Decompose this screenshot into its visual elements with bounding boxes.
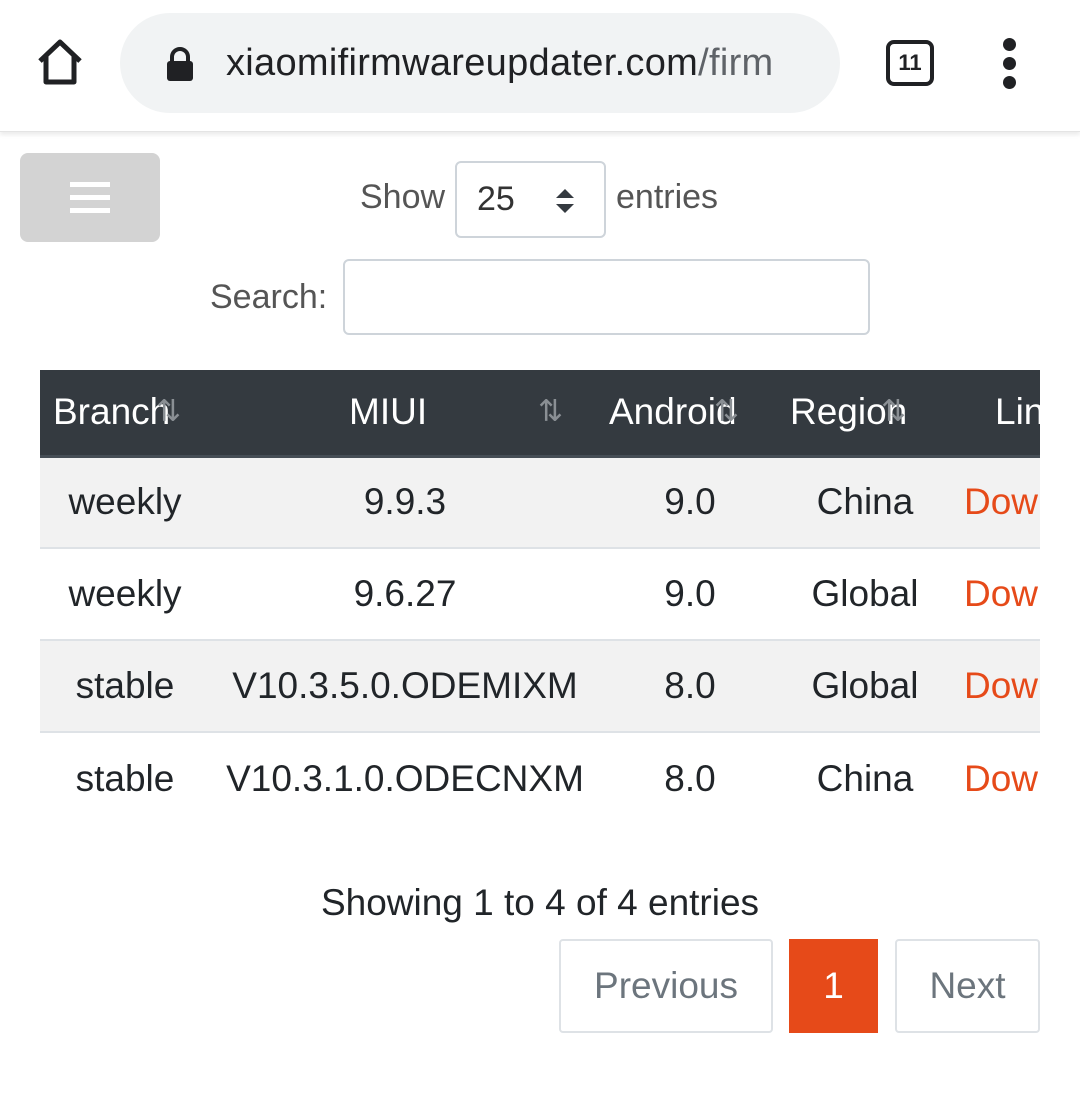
table-row: weekly 9.9.3 9.0 China Download <box>40 456 1040 548</box>
next-page-button[interactable]: Next <box>895 939 1040 1033</box>
download-link[interactable]: Download <box>950 456 1040 548</box>
cell-branch: stable <box>75 757 175 799</box>
cell-android: 8.0 <box>664 665 716 706</box>
table-info: Showing 1 to 4 of 4 entries <box>320 882 760 923</box>
page-1-button[interactable]: 1 <box>789 939 878 1033</box>
previous-page-button[interactable]: Previous <box>559 939 773 1033</box>
header-label: MIUI <box>349 391 428 433</box>
url-path: /firm <box>698 42 774 84</box>
download-link[interactable]: Download <box>950 640 1040 732</box>
firmware-table: Branch⇅ MIUI⇅ Android⇅ Region⇅ Link week… <box>40 370 1040 820</box>
hamburger-icon <box>70 181 110 213</box>
column-header-branch[interactable]: Branch ⇅ <box>40 370 210 458</box>
cell-miui: V10.3.1.0.ODECNXM <box>226 757 584 799</box>
search-input[interactable] <box>343 259 870 335</box>
table-header-row: Branch⇅ MIUI⇅ Android⇅ Region⇅ Link <box>40 370 1040 458</box>
cell-branch: weekly <box>68 573 182 614</box>
cell-region: China <box>816 757 914 799</box>
cell-android: 9.0 <box>664 573 716 614</box>
home-icon <box>38 39 82 85</box>
cell-branch: weekly <box>68 481 182 523</box>
home-button[interactable] <box>28 30 92 94</box>
header-label: Branch <box>53 391 171 433</box>
cell-miui: 9.9.3 <box>363 481 447 523</box>
tab-switcher-icon[interactable]: 11 <box>886 40 934 86</box>
lock-icon <box>167 47 193 81</box>
url-text: xiaomifirmwareupdater.com/firm <box>226 13 826 113</box>
page-length-select[interactable]: 25 <box>455 161 606 238</box>
entries-label: entries <box>616 178 719 216</box>
header-label: Link <box>995 391 1040 433</box>
cell-miui: V10.3.5.0.ODEMIXM <box>232 665 578 706</box>
sort-icon: ⇅ <box>156 395 182 428</box>
column-header-android[interactable]: Android ⇅ <box>600 370 780 458</box>
more-vert-icon[interactable] <box>990 38 1030 89</box>
show-label: Show <box>360 178 446 216</box>
table-row: weekly 9.6.27 9.0 Global Download <box>40 548 1040 640</box>
address-bar[interactable]: xiaomifirmwareupdater.com/firm <box>120 13 840 113</box>
nav-toggle-button[interactable] <box>20 153 160 242</box>
search-label: Search: <box>210 278 328 316</box>
cell-region: Global <box>811 665 919 706</box>
firmware-table-container[interactable]: Branch⇅ MIUI⇅ Android⇅ Region⇅ Link week… <box>40 370 1040 820</box>
page-length-value: 25 <box>477 180 515 218</box>
browser-toolbar: xiaomifirmwareupdater.com/firm 11 <box>0 0 1080 132</box>
download-link[interactable]: Download <box>950 548 1040 640</box>
cell-miui: 9.6.27 <box>353 573 457 614</box>
cell-region: China <box>816 481 914 523</box>
cell-region: Global <box>811 573 919 614</box>
table-row: stable V10.3.1.0.ODECNXM 8.0 China Downl… <box>40 732 1040 820</box>
select-caret-icon <box>556 189 574 213</box>
cell-android: 8.0 <box>664 757 716 799</box>
table-row: stable V10.3.5.0.ODEMIXM 8.0 Global Down… <box>40 640 1040 732</box>
sort-icon: ⇅ <box>538 395 564 428</box>
sort-icon: ⇅ <box>881 395 907 428</box>
tab-count: 11 <box>898 50 922 75</box>
column-header-miui[interactable]: MIUI ⇅ <box>210 370 600 458</box>
cell-android: 9.0 <box>664 481 716 523</box>
sort-icon: ⇅ <box>714 395 740 428</box>
download-link[interactable]: Download <box>950 732 1040 820</box>
cell-branch: stable <box>75 665 175 706</box>
column-header-region[interactable]: Region ⇅ <box>780 370 950 458</box>
url-domain: xiaomifirmwareupdater.com <box>226 42 699 84</box>
column-header-link[interactable]: Link <box>950 370 1040 458</box>
